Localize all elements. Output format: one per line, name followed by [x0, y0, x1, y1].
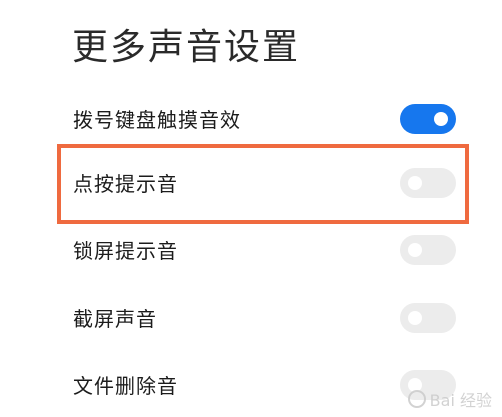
toggle-knob [434, 112, 448, 126]
baidu-jingyan-watermark: Bai 经验 [407, 387, 492, 411]
paw-icon [407, 390, 426, 408]
setting-label: 锁屏提示音 [73, 239, 178, 263]
toggle-knob [408, 311, 422, 325]
toggle-knob [408, 243, 422, 257]
setting-label: 截屏声音 [73, 307, 157, 331]
page-title: 更多声音设置 [72, 27, 301, 68]
setting-label: 拨号键盘触摸音效 [73, 108, 241, 132]
setting-row-lock-screen-sound[interactable]: 锁屏提示音 [0, 231, 502, 271]
lock-screen-sound-toggle[interactable] [400, 235, 456, 265]
highlight-annotation-box [57, 144, 469, 224]
more-sound-settings-page: 更多声音设置 拨号键盘触摸音效 点按提示音 锁屏提示音 截屏声音 文件删除音 B… [0, 0, 502, 417]
setting-label: 文件删除音 [73, 374, 178, 398]
setting-row-screenshot-sound[interactable]: 截屏声音 [0, 299, 502, 339]
setting-row-dialpad-touch-sound[interactable]: 拨号键盘触摸音效 [0, 100, 502, 140]
dialpad-touch-sound-toggle[interactable] [400, 104, 456, 134]
watermark-text: Bai 经验 [429, 391, 492, 410]
screenshot-sound-toggle[interactable] [400, 303, 456, 333]
